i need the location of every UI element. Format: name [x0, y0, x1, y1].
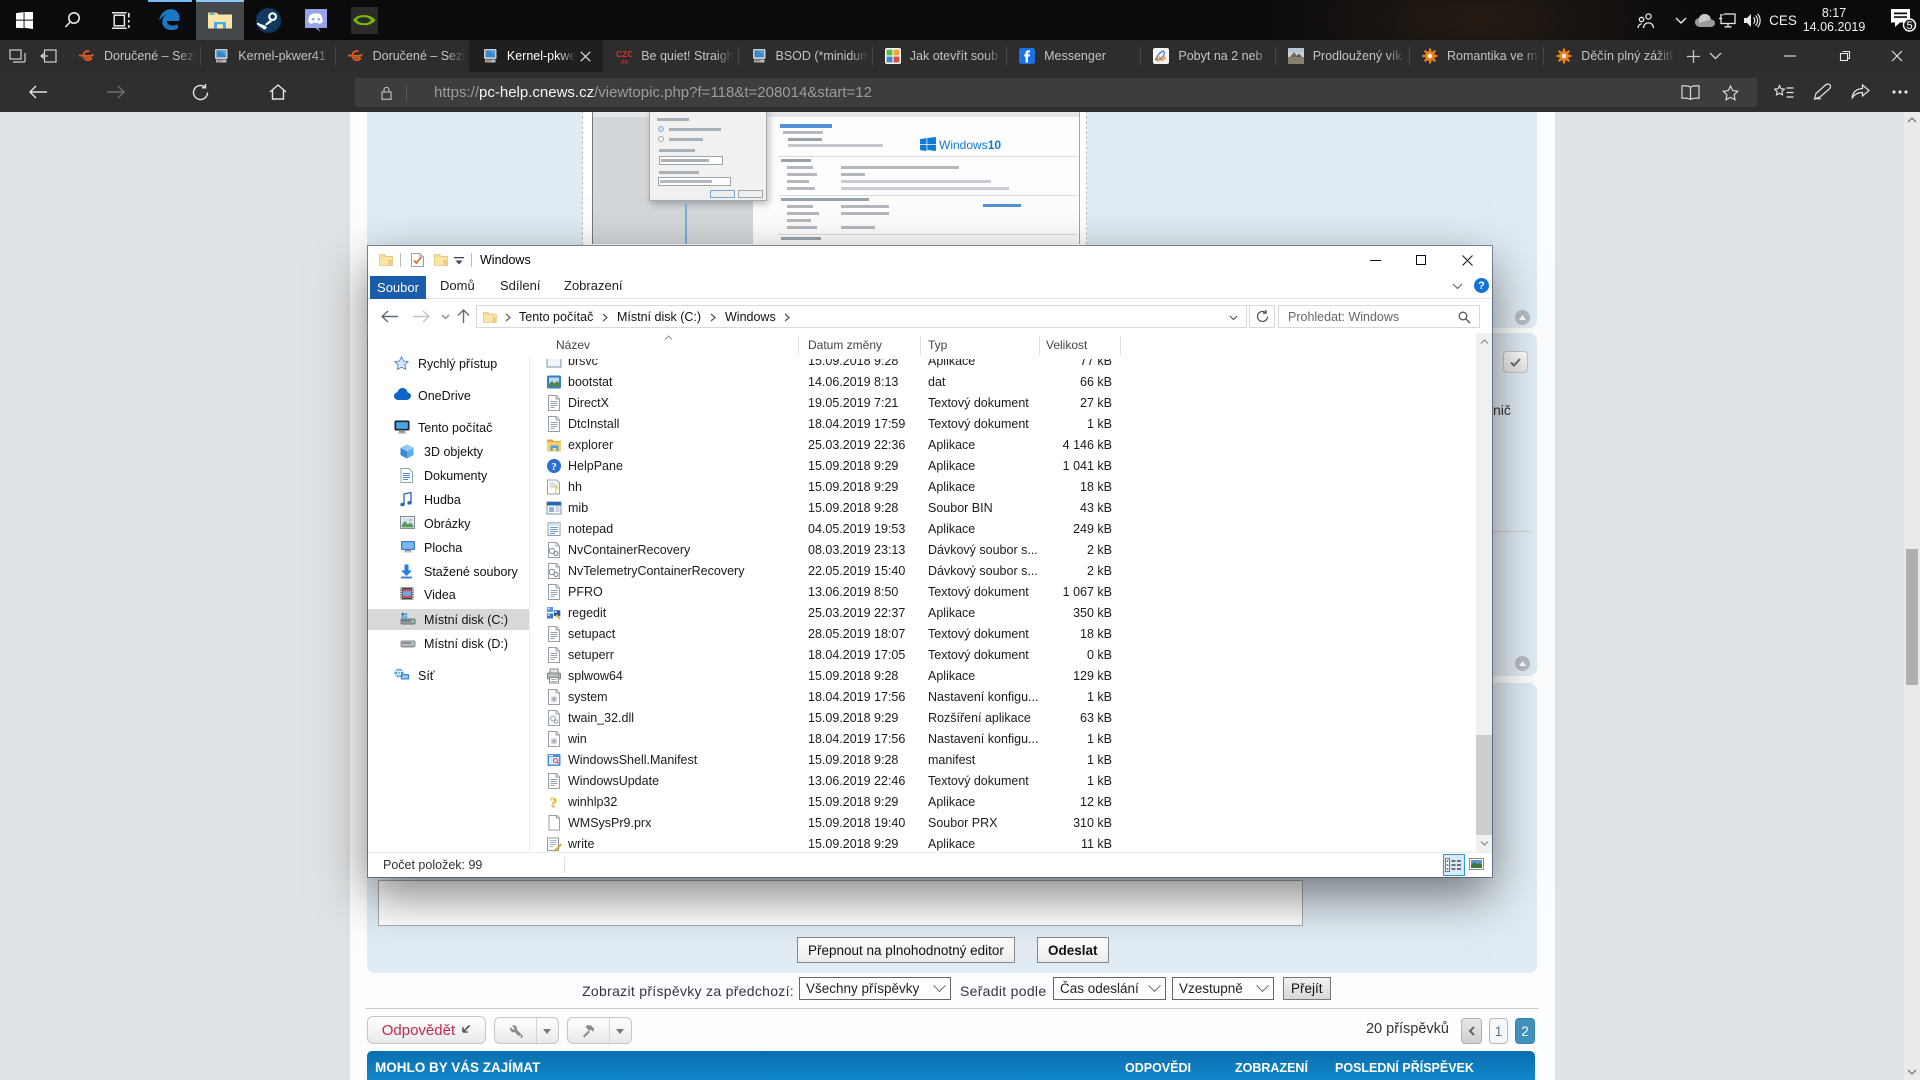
svg-text:CZC: CZC	[616, 49, 632, 59]
svg-text:?: ?	[551, 461, 557, 473]
svg-text:.cz: .cz	[620, 60, 628, 65]
svg-text:BP: BP	[1156, 57, 1166, 64]
svg-text:?: ?	[549, 795, 557, 810]
svg-text:5: 5	[1906, 20, 1912, 32]
svg-text:?: ?	[553, 484, 559, 495]
